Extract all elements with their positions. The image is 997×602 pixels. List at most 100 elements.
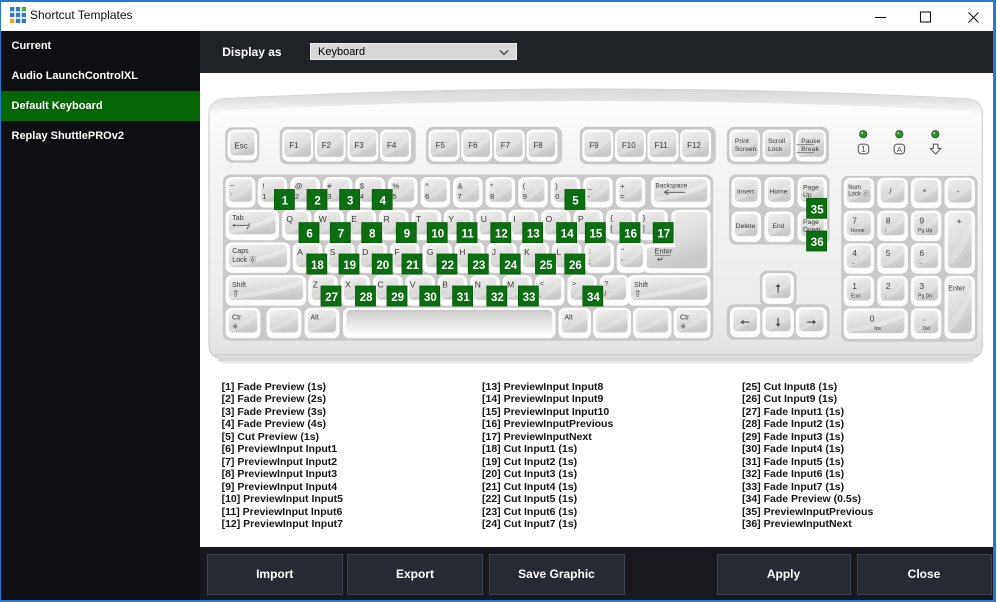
svg-text:7: 7 <box>458 192 462 201</box>
svg-text:12: 12 <box>495 229 508 241</box>
svg-text:Y: Y <box>448 214 454 224</box>
svg-text:Num: Num <box>848 185 861 191</box>
svg-text:Pg Dn: Pg Dn <box>918 293 933 299</box>
svg-text:N: N <box>475 280 481 290</box>
svg-text:↵: ↵ <box>657 255 664 264</box>
svg-text:33: 33 <box>523 292 536 304</box>
svg-text:F9: F9 <box>589 141 599 150</box>
svg-text:26: 26 <box>569 260 582 272</box>
svg-text:F7: F7 <box>501 141 511 150</box>
svg-text:16: 16 <box>624 229 637 241</box>
svg-text:F5: F5 <box>436 141 446 150</box>
svg-text:F3: F3 <box>354 141 364 150</box>
svg-text:Alt: Alt <box>565 314 573 321</box>
svg-text:.: . <box>923 312 926 322</box>
svg-text:!: ! <box>262 182 264 191</box>
svg-text:?: ? <box>604 279 608 288</box>
svg-text:F12: F12 <box>687 141 701 150</box>
svg-text:T: T <box>416 214 421 224</box>
svg-text:*: * <box>923 188 926 197</box>
svg-text:F11: F11 <box>655 141 669 150</box>
svg-text:31: 31 <box>457 292 470 304</box>
svg-text:": " <box>621 246 624 255</box>
svg-text:F6: F6 <box>468 141 478 150</box>
svg-text:-: - <box>957 187 960 196</box>
svg-text:8: 8 <box>490 192 494 201</box>
svg-text:*: * <box>490 182 493 191</box>
svg-text:Lock ⓞ: Lock ⓞ <box>848 189 868 197</box>
svg-text:^: ^ <box>425 182 429 191</box>
svg-text:35: 35 <box>811 204 824 216</box>
svg-text:W: W <box>319 214 327 224</box>
svg-text:M: M <box>507 280 514 290</box>
svg-text:End: End <box>772 223 784 230</box>
svg-text:22: 22 <box>441 260 454 272</box>
svg-text:34: 34 <box>587 292 600 304</box>
svg-text:4: 4 <box>360 192 364 201</box>
svg-text:9: 9 <box>404 229 410 241</box>
svg-text:F1: F1 <box>289 141 299 150</box>
svg-text:3: 3 <box>919 281 924 291</box>
svg-text:7: 7 <box>338 229 344 241</box>
svg-text:4: 4 <box>852 248 857 258</box>
svg-text:L: L <box>557 247 562 257</box>
svg-text:⇧: ⇧ <box>634 289 642 299</box>
svg-text:Lock Ⓐ: Lock Ⓐ <box>232 256 256 264</box>
svg-text:,: , <box>540 290 542 299</box>
svg-text:13: 13 <box>527 229 540 241</box>
svg-text:A: A <box>897 145 902 154</box>
svg-text:R: R <box>384 214 390 224</box>
svg-text:F8: F8 <box>533 141 543 150</box>
svg-text:K: K <box>524 247 530 257</box>
svg-text:2: 2 <box>886 281 891 291</box>
svg-text:5: 5 <box>886 248 891 258</box>
svg-text:]: ] <box>643 224 645 233</box>
svg-text:15: 15 <box>590 229 603 241</box>
svg-text:6: 6 <box>919 248 924 258</box>
svg-text:H: H <box>459 247 465 257</box>
svg-text:End: End <box>851 293 860 299</box>
svg-text:Backspace: Backspace <box>655 183 687 190</box>
svg-text:Print: Print <box>735 138 749 145</box>
svg-text:Ctr: Ctr <box>232 314 242 321</box>
svg-text:10: 10 <box>431 229 444 241</box>
svg-text:20: 20 <box>376 260 389 272</box>
svg-text:✳: ✳ <box>680 322 687 331</box>
svg-text:S: S <box>330 247 336 257</box>
svg-text:2: 2 <box>295 192 299 201</box>
svg-text:27: 27 <box>325 292 338 304</box>
svg-text:1: 1 <box>282 196 289 208</box>
svg-text:U: U <box>481 214 487 224</box>
svg-text:2: 2 <box>314 196 320 208</box>
svg-text:Z: Z <box>313 280 318 290</box>
svg-text:1: 1 <box>861 145 866 154</box>
svg-text:18: 18 <box>311 260 324 272</box>
svg-text:Q: Q <box>286 214 293 224</box>
svg-text:F10: F10 <box>622 141 636 150</box>
svg-text:↑: ↑ <box>884 228 887 234</box>
svg-text:7: 7 <box>852 216 857 226</box>
svg-text:1: 1 <box>852 281 857 291</box>
svg-text:_: _ <box>587 182 593 191</box>
svg-text:29: 29 <box>391 292 404 304</box>
svg-text:3: 3 <box>327 192 331 201</box>
svg-text:21: 21 <box>406 260 419 272</box>
svg-text:1: 1 <box>262 192 266 201</box>
svg-text:Pg Up: Pg Up <box>918 228 933 234</box>
svg-text:@: @ <box>295 182 303 191</box>
svg-text:X: X <box>345 280 351 290</box>
svg-text:8: 8 <box>886 216 891 226</box>
svg-text:36: 36 <box>811 237 824 249</box>
svg-text:Ins: Ins <box>874 326 881 332</box>
svg-text:J: J <box>492 247 496 257</box>
svg-text:Alt: Alt <box>311 314 319 321</box>
svg-text:F2: F2 <box>322 141 332 150</box>
svg-text:.: . <box>572 290 574 299</box>
svg-text:5: 5 <box>393 192 397 201</box>
svg-text:11: 11 <box>462 229 475 241</box>
svg-text:Break: Break <box>801 146 819 153</box>
svg-text:%: % <box>393 182 400 191</box>
svg-text:23: 23 <box>473 260 486 272</box>
svg-text:E: E <box>351 214 357 224</box>
svg-text:O: O <box>546 214 553 224</box>
